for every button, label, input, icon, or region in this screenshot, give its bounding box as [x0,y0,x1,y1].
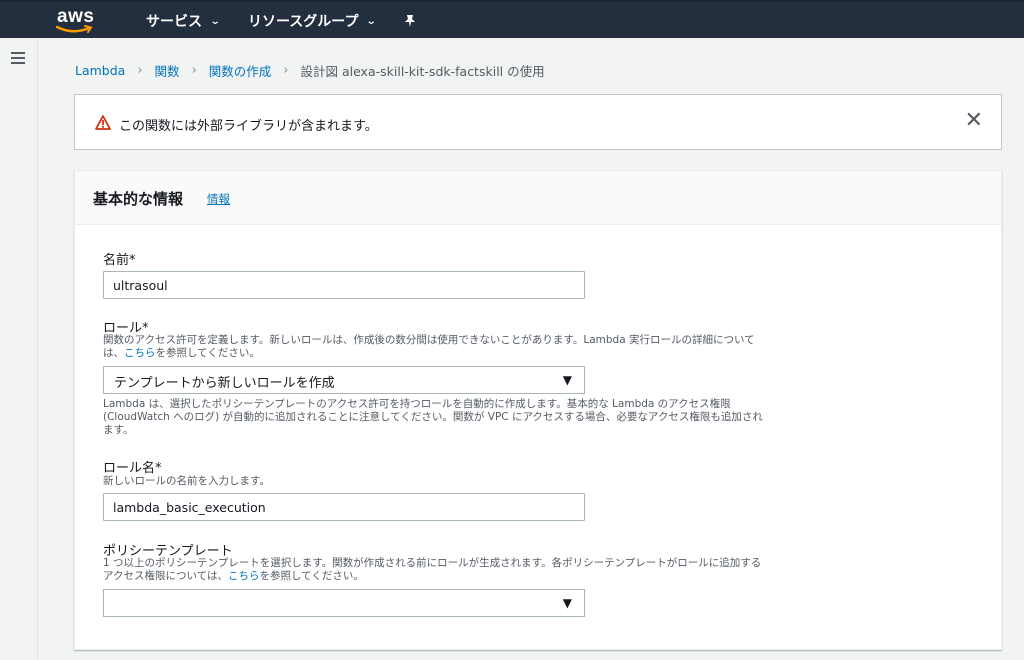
resource-groups-menu[interactable]: リソースグループ ⌄ [248,11,378,31]
breadcrumb: Lambda › 関数 › 関数の作成 › 設計図 alexa-skill-ki… [75,61,545,80]
services-menu[interactable]: サービス ⌄ [146,11,221,31]
role-docs-link[interactable]: こちら [124,347,156,359]
left-rail [0,38,38,660]
services-label: サービス [146,14,202,30]
role-description: 関数のアクセス許可を定義します。新しいロールは、作成後の数分間は使用できないこと… [103,334,755,359]
panel-header: 基本的な情報 情報 [75,171,1001,225]
breadcrumb-create-function[interactable]: 関数の作成 [209,61,272,80]
role-select[interactable]: テンプレートから新しいロールを作成 ▼ [103,366,585,394]
breadcrumb-lambda[interactable]: Lambda [75,63,125,78]
warning-icon [95,115,111,130]
policy-template-select[interactable]: ▼ [103,589,585,617]
basic-info-panel: 基本的な情報 情報 名前* ロール* 関数のアクセス許可を定義します。新しいロー… [74,170,1002,650]
chevron-right-icon: › [137,63,143,78]
top-nav-bar: aws サービス ⌄ リソースグループ ⌄ [0,0,1024,38]
role-name-input[interactable] [103,493,585,521]
breadcrumb-current: 設計図 alexa-skill-kit-sdk-factskill の使用 [300,64,545,79]
breadcrumb-functions[interactable]: 関数 [155,61,180,80]
chevron-right-icon: › [191,63,197,78]
alert-message: この関数には外部ライブラリが含まれます。 [119,119,378,134]
panel-title: 基本的な情報 [93,190,184,208]
info-link[interactable]: 情報 [207,191,230,207]
chevron-down-icon: ⌄ [209,15,221,27]
name-label: 名前* [103,253,136,268]
warning-alert: この関数には外部ライブラリが含まれます。 ✕ [74,94,1002,150]
close-icon[interactable]: ✕ [965,109,983,133]
name-input[interactable] [103,271,585,299]
dropdown-arrow-icon: ▼ [562,596,572,610]
aws-logo[interactable]: aws [55,6,97,36]
chevron-down-icon: ⌄ [366,15,378,27]
policy-docs-link[interactable]: こちら [228,570,260,582]
chevron-right-icon: › [283,63,289,78]
role-name-description: 新しいロールの名前を入力します。 [103,475,270,487]
role-name-label: ロール名* [103,461,162,476]
policy-template-description: 1 つ以上のポリシーテンプレートを選択します。関数が作成される前にロールが生成さ… [103,557,762,582]
role-note: Lambda は、選択したポリシーテンプレートのアクセス許可を持つロールを自動的… [103,398,763,436]
role-select-value: テンプレートから新しいロールを作成 [114,376,335,391]
pin-icon[interactable] [404,13,416,32]
resource-groups-label: リソースグループ [248,14,359,30]
dropdown-arrow-icon: ▼ [562,373,572,387]
aws-smile-icon [55,25,93,33]
hamburger-menu-icon[interactable] [11,52,25,64]
